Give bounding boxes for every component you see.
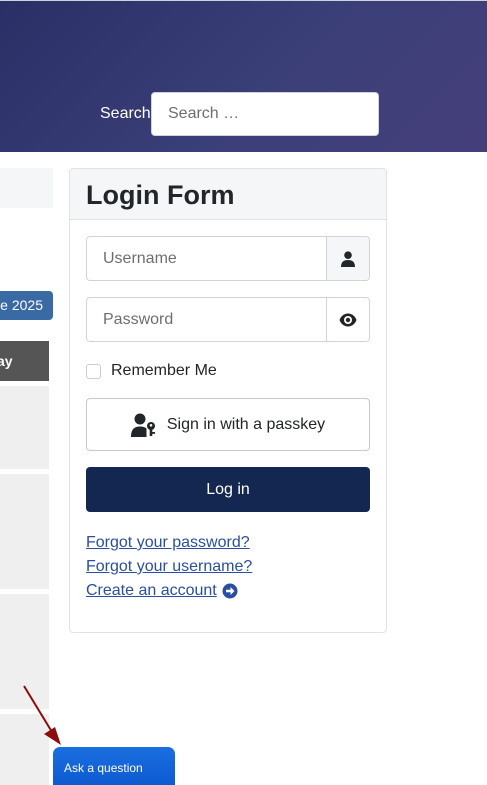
card-header: Login Form	[70, 169, 386, 220]
forgot-password-label: Forgot your password?	[86, 534, 250, 551]
date-badge[interactable]: e 2025	[0, 291, 53, 320]
forgot-password-link[interactable]: Forgot your password?	[86, 531, 252, 555]
calendar-cell[interactable]	[0, 474, 49, 589]
remember-me-label[interactable]: Remember Me	[111, 362, 217, 380]
left-panel-strip	[0, 168, 53, 208]
create-account-link[interactable]: Create an account	[86, 579, 252, 603]
ask-question-label: Ask a question	[64, 761, 143, 775]
show-password-button[interactable]	[326, 298, 369, 341]
username-input[interactable]	[87, 237, 326, 280]
create-account-label: Create an account	[86, 582, 217, 599]
login-links: Forgot your password? Forgot your userna…	[86, 531, 252, 603]
eye-icon	[339, 313, 357, 326]
passkey-user-icon	[130, 413, 155, 437]
site-header: Search	[0, 0, 487, 152]
ask-question-tab[interactable]: Ask a question	[53, 747, 175, 785]
day-header: ay	[0, 341, 49, 381]
username-addon	[326, 237, 369, 280]
day-label: ay	[0, 353, 13, 369]
remember-me: Remember Me	[86, 362, 217, 380]
remember-me-checkbox[interactable]	[86, 363, 101, 379]
login-button-label: Log in	[206, 480, 250, 498]
password-group	[86, 297, 370, 342]
forgot-username-label: Forgot your username?	[86, 558, 253, 575]
arrow-right-circle-icon	[222, 583, 238, 599]
search-input[interactable]	[151, 92, 379, 136]
login-form-title: Login Form	[86, 180, 235, 210]
passkey-button[interactable]: Sign in with a passkey	[86, 398, 370, 451]
user-icon	[341, 250, 355, 267]
calendar-cell[interactable]	[0, 386, 49, 469]
pointer-arrow-icon	[23, 685, 61, 745]
search-label: Search	[100, 105, 151, 122]
username-group	[86, 236, 370, 281]
passkey-button-label: Sign in with a passkey	[166, 415, 326, 433]
login-button[interactable]: Log in	[86, 467, 370, 512]
login-form-card: Login Form Remember Me	[69, 168, 387, 633]
forgot-username-link[interactable]: Forgot your username?	[86, 555, 252, 579]
password-input[interactable]	[87, 298, 326, 341]
